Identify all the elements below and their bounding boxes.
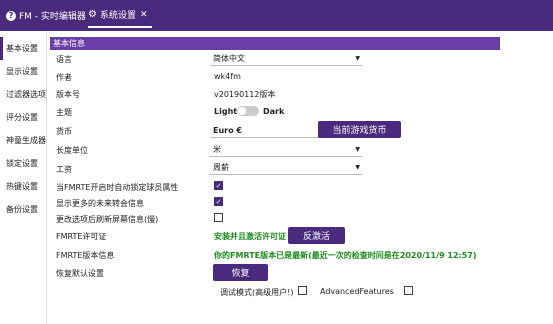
length-value: 米 bbox=[213, 145, 221, 154]
debug-mode-checkbox[interactable] bbox=[298, 286, 307, 295]
theme-dark-label: Dark bbox=[263, 107, 285, 116]
sidebar: 基本设置 显示设置 过滤器选项 评分设置 神童生成器 锁定设置 热键设置 备份设… bbox=[0, 31, 47, 324]
license-status: 安装并且激活许可证 bbox=[214, 232, 286, 241]
version-label: 版本号 bbox=[56, 90, 80, 99]
sidebar-item-backup[interactable]: 备份设置 bbox=[0, 198, 47, 221]
close-icon[interactable]: ✕ bbox=[140, 10, 148, 20]
sidebar-item-basic[interactable]: 基本设置 bbox=[0, 37, 47, 60]
restore-defaults-label: 恢复默认设置 bbox=[56, 269, 104, 278]
section-title: 基本信息 bbox=[50, 37, 500, 50]
length-label: 长度单位 bbox=[56, 146, 88, 155]
current-game-currency-button[interactable]: 当前游戏货币 bbox=[318, 121, 401, 138]
language-value: 简体中文 bbox=[213, 54, 245, 63]
sidebar-item-wonderkid[interactable]: 神童生成器 bbox=[0, 129, 47, 152]
help-badge-icon: ? bbox=[6, 10, 16, 21]
license-label: FMRTE许可证 bbox=[56, 232, 107, 241]
fmrte-version-label: FMRTE版本信息 bbox=[56, 251, 115, 260]
chevron-down-icon: ▼ bbox=[355, 146, 360, 153]
future-transfer-checkbox[interactable]: ✓ bbox=[214, 197, 223, 206]
settings-panel: 基本信息 语言 简体中文 ▼ 作者 wk4fm 版本号 v20190112版本 … bbox=[50, 31, 553, 324]
advanced-features-label: AdvancedFeatures bbox=[320, 287, 394, 296]
deactivate-button[interactable]: 反激活 bbox=[288, 227, 345, 244]
theme-light-label: Light bbox=[214, 107, 238, 116]
language-label: 语言 bbox=[56, 55, 72, 64]
chevron-down-icon: ▼ bbox=[355, 164, 360, 171]
refresh-screen-checkbox[interactable] bbox=[214, 213, 223, 222]
tab-system-settings-label: 系统设置 bbox=[99, 11, 136, 21]
author-value: wk4fm bbox=[214, 72, 241, 81]
chevron-down-icon: ▼ bbox=[355, 55, 360, 62]
advanced-features-checkbox[interactable] bbox=[404, 286, 413, 295]
currency-label: 货币 bbox=[56, 127, 72, 136]
debug-mode-label: 调试模式(高级用户!) bbox=[220, 288, 294, 297]
tab-realtime-editor[interactable]: ? FM - 实时编辑器 bbox=[6, 0, 86, 31]
language-select[interactable]: 简体中文 ▼ bbox=[210, 53, 362, 66]
sidebar-item-display[interactable]: 显示设置 bbox=[0, 60, 47, 83]
refresh-screen-label: 更改选项后刷新屏幕信息(慢) bbox=[56, 215, 159, 224]
sidebar-item-rating[interactable]: 评分设置 bbox=[0, 106, 47, 129]
theme-toggle[interactable] bbox=[237, 106, 259, 116]
auto-lock-checkbox[interactable]: ✓ bbox=[214, 181, 223, 190]
length-select[interactable]: 米 ▼ bbox=[210, 144, 362, 157]
currency-value: Euro € bbox=[213, 126, 242, 135]
theme-label: 主题 bbox=[56, 108, 72, 117]
toggle-knob bbox=[238, 107, 246, 115]
fmrte-version-status: 你的FMRTE版本已是最新(最近一次的检查时间是在2020/11/9 12:57… bbox=[214, 251, 477, 260]
auto-lock-label: 当FMRTE开启时自动锁定球员属性 bbox=[56, 183, 179, 192]
version-value: v20190112版本 bbox=[214, 90, 276, 99]
wage-select[interactable]: 周薪 ▼ bbox=[210, 162, 362, 175]
sidebar-item-lock[interactable]: 锁定设置 bbox=[0, 152, 47, 175]
gear-icon: ⚙ bbox=[88, 9, 97, 20]
wage-label: 工资 bbox=[56, 165, 72, 174]
wage-value: 周薪 bbox=[213, 163, 229, 172]
tab-system-settings[interactable]: ⚙ 系统设置 ✕ bbox=[88, 0, 152, 28]
sidebar-item-hotkey[interactable]: 热键设置 bbox=[0, 175, 47, 198]
title-bar: ? FM - 实时编辑器 ⚙ 系统设置 ✕ bbox=[0, 0, 553, 31]
restore-button[interactable]: 恢复 bbox=[213, 264, 268, 281]
future-transfer-label: 显示更多的未来转会信息 bbox=[56, 199, 144, 208]
author-label: 作者 bbox=[56, 73, 72, 82]
sidebar-item-filter[interactable]: 过滤器选项 bbox=[0, 83, 47, 106]
tab-realtime-editor-label: FM - 实时编辑器 bbox=[19, 12, 86, 22]
